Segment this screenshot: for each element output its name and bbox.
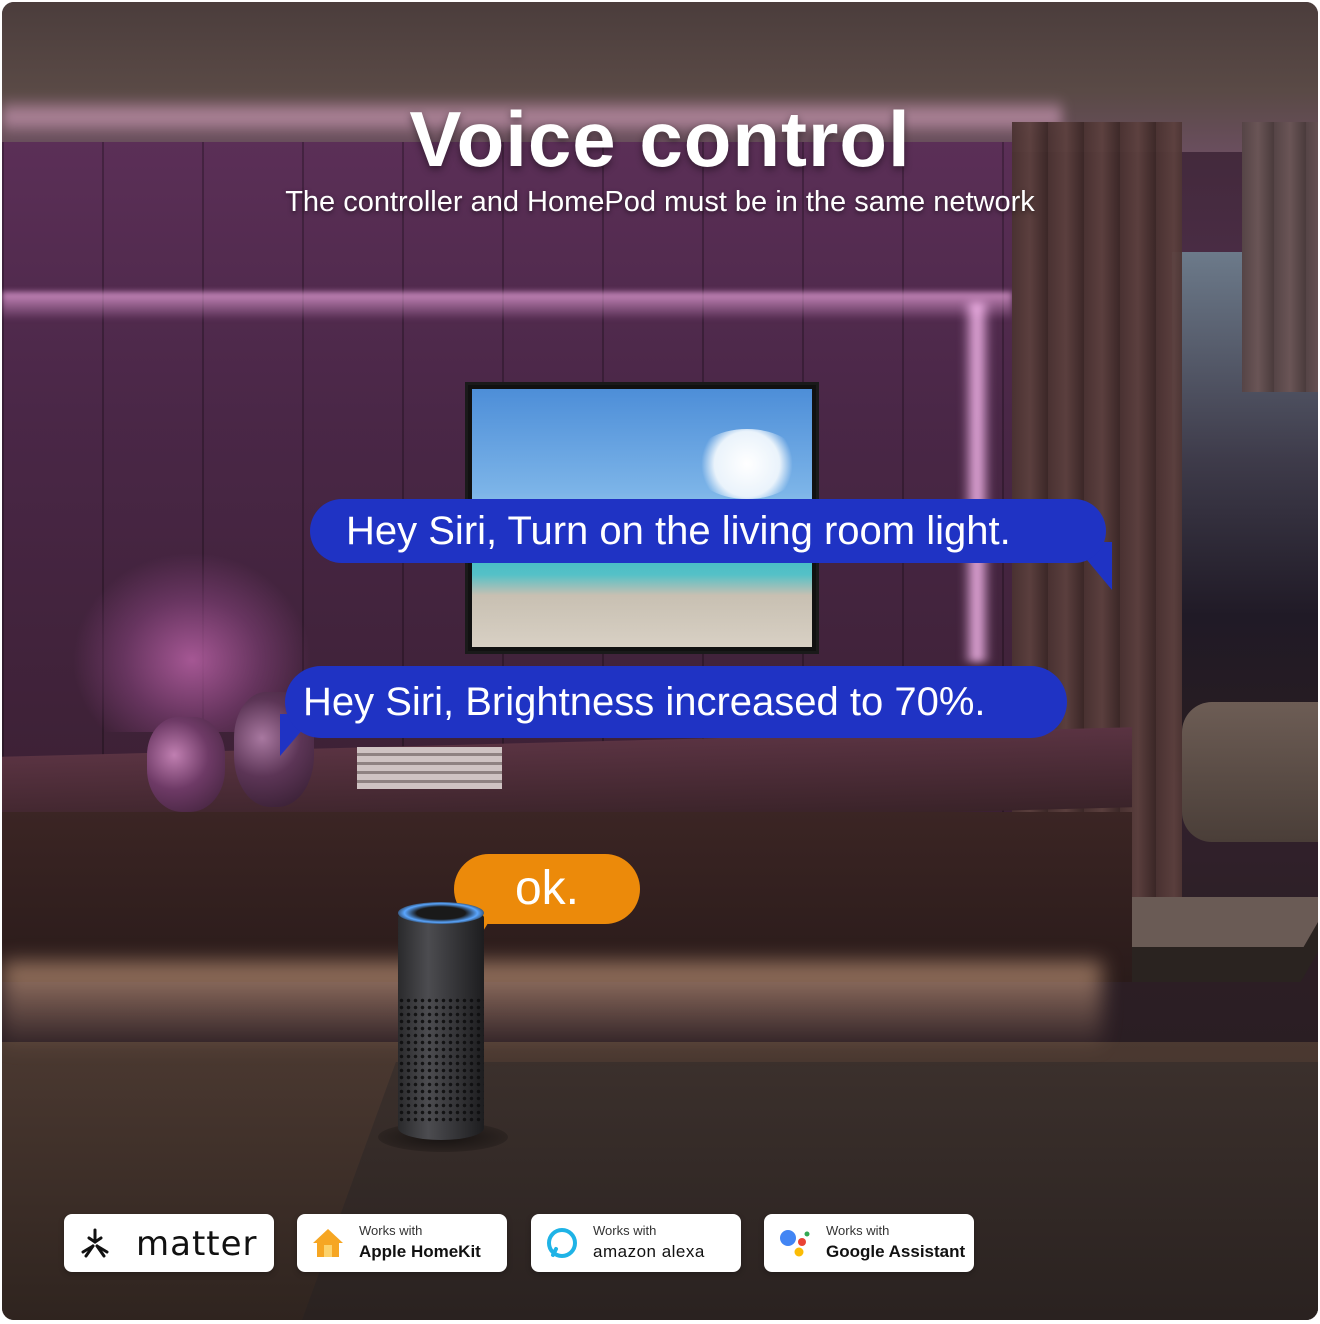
siri-command-bubble-1: Hey Siri, Turn on the living room light. xyxy=(310,499,1106,563)
speaker-light-ring xyxy=(398,902,484,924)
homekit-house-icon xyxy=(313,1229,343,1257)
matter-label: matter xyxy=(136,1224,258,1264)
homekit-label: Apple HomeKit xyxy=(359,1242,481,1261)
alexa-ring-icon xyxy=(547,1228,577,1258)
vase-left xyxy=(147,717,225,812)
sofa xyxy=(1182,702,1318,842)
alexa-works-with: Works with xyxy=(593,1223,657,1238)
book-stack xyxy=(357,747,502,789)
google-badge: Works with Google Assistant xyxy=(764,1214,974,1272)
matter-icon xyxy=(81,1228,109,1258)
google-works-with: Works with xyxy=(826,1223,890,1238)
console-under-glow xyxy=(2,962,1102,1052)
alexa-label: amazon alexa xyxy=(593,1242,705,1261)
wall-led-glow xyxy=(2,292,1012,320)
speaker-grille xyxy=(398,997,484,1122)
homekit-badge: Works with Apple HomeKit xyxy=(297,1214,507,1272)
alexa-badge: Works with amazon alexa xyxy=(531,1214,741,1272)
siri-command-bubble-2: Hey Siri, Brightness increased to 70%. xyxy=(285,666,1067,738)
matter-badge: matter xyxy=(64,1214,274,1272)
voice-control-scene: Voice control The controller and HomePod… xyxy=(2,2,1318,1320)
page-subtitle: The controller and HomePod must be in th… xyxy=(285,186,1035,218)
page-title: Voice control xyxy=(409,95,911,183)
homekit-works-with: Works with xyxy=(359,1223,423,1238)
tv-cloud xyxy=(692,429,802,499)
google-assistant-dots-icon xyxy=(780,1230,810,1257)
google-label: Google Assistant xyxy=(826,1242,966,1261)
wall-edge-glow xyxy=(962,302,992,662)
